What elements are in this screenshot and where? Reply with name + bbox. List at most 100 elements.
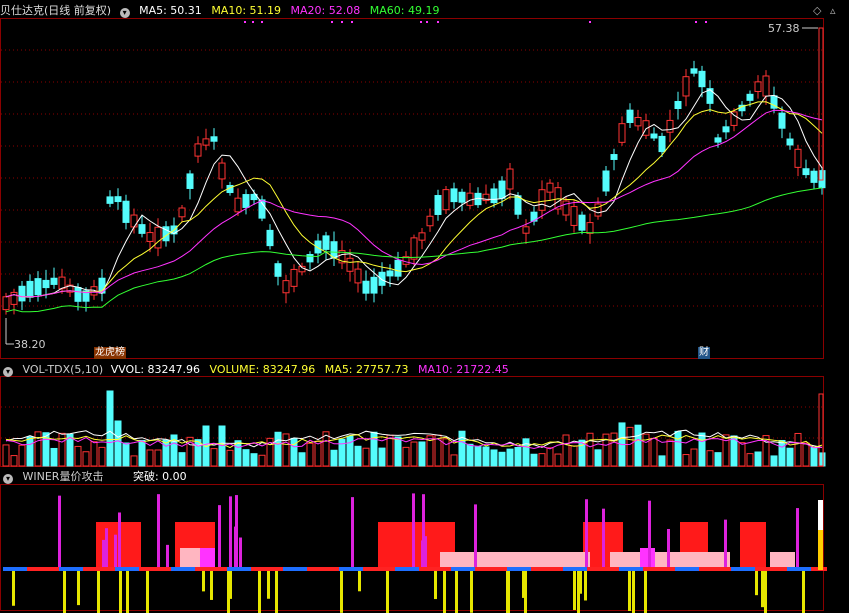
signal-dot xyxy=(437,21,439,23)
volume-bar xyxy=(330,449,338,467)
volume-bar xyxy=(546,447,554,467)
volume-bar xyxy=(586,432,594,467)
ma60-label: MA60: 49.19 xyxy=(369,4,440,17)
candle-body xyxy=(690,68,698,74)
volume-bar xyxy=(474,446,482,467)
candle-body xyxy=(346,257,354,272)
winer-magenta-spike xyxy=(118,512,121,567)
winer-yellow-spike xyxy=(470,571,473,613)
winer-menu-icon[interactable]: ▾ xyxy=(3,474,13,484)
winer-base-segment xyxy=(587,567,595,571)
winer-base-segment xyxy=(739,567,747,571)
winer-base-segment xyxy=(11,567,19,571)
winer-base-segment xyxy=(723,567,731,571)
winer-yellow-spike xyxy=(63,571,66,613)
candle-body xyxy=(426,215,434,227)
volume-bar xyxy=(514,447,522,467)
winer-base-segment xyxy=(571,567,579,571)
winer-base-segment xyxy=(299,567,307,571)
candle-body xyxy=(218,162,226,180)
winer-yellow-spike xyxy=(434,571,437,600)
winer-magenta-spike xyxy=(412,493,415,567)
winer-base-segment xyxy=(787,567,795,571)
candle-body xyxy=(794,148,802,168)
volume-bar xyxy=(458,430,466,467)
winer-yellow-spike xyxy=(119,571,122,613)
candle-body xyxy=(50,277,58,285)
winer-base-segment xyxy=(195,567,203,571)
candle-body xyxy=(154,226,162,249)
winer-base-segment xyxy=(411,567,419,571)
volume-bar xyxy=(522,438,530,467)
high-price-label: 57.38 xyxy=(768,22,800,35)
candle-body xyxy=(570,206,578,226)
stock-title: 贝仕达克(日线 前复权) xyxy=(0,4,112,17)
candle-body xyxy=(650,133,658,139)
volume-bar xyxy=(650,437,658,467)
winer-base-segment xyxy=(675,567,683,571)
volume-bar xyxy=(570,445,578,467)
settings-menu-icon[interactable]: ▾ xyxy=(119,8,130,18)
volume-bar xyxy=(130,455,138,467)
winer-base-segment xyxy=(171,567,179,571)
volume-bar xyxy=(506,448,514,467)
volume-bar xyxy=(626,426,634,467)
volume-bar xyxy=(482,446,490,467)
event-marker-finance[interactable]: 财 xyxy=(698,347,710,359)
winer-base-segment xyxy=(155,567,163,571)
winer-white-spike xyxy=(818,500,823,530)
winer-base-segment xyxy=(275,567,283,571)
winer-magenta-spike xyxy=(602,508,605,567)
winer-yellow-spike xyxy=(97,571,100,613)
candle-body xyxy=(538,189,546,211)
winer-base-segment xyxy=(811,567,819,571)
winer-magenta-spike xyxy=(796,508,799,567)
candle-body xyxy=(234,197,242,213)
volume-bar xyxy=(674,430,682,467)
candle-body xyxy=(274,263,282,277)
candle-body xyxy=(618,123,626,143)
winer-magenta-spike xyxy=(351,497,354,567)
volume-bar xyxy=(194,439,202,467)
volume-bar xyxy=(498,451,506,467)
volume-bar xyxy=(778,439,786,467)
vol-menu-icon[interactable]: ▾ xyxy=(3,367,13,377)
candle-body xyxy=(802,168,810,176)
candle-body xyxy=(242,194,250,208)
volume-bar xyxy=(554,453,562,467)
candle-body xyxy=(722,126,730,133)
winer-base-segment xyxy=(731,567,739,571)
scroll-up-icon[interactable]: ▵ xyxy=(830,4,836,17)
winer-base-segment xyxy=(107,567,115,571)
winer-base-segment xyxy=(531,567,539,571)
candle-body xyxy=(362,280,370,294)
candle-body xyxy=(74,286,82,302)
event-marker-longhubang[interactable]: 龙虎榜 xyxy=(94,347,126,359)
winer-base-segment xyxy=(147,567,155,571)
volume-bar xyxy=(2,444,10,467)
ma5-label: MA5: 50.31 xyxy=(139,4,202,17)
volume-bar xyxy=(490,449,498,467)
signal-dot xyxy=(331,21,333,23)
chart-canvas[interactable]: 57.38 38.20 xyxy=(0,0,849,613)
ma10-label: MA10: 51.19 xyxy=(211,4,282,17)
candle-body xyxy=(322,235,330,250)
volume-bar xyxy=(538,453,546,467)
ma10-line xyxy=(5,101,823,298)
winer-orange-spike xyxy=(818,530,823,570)
volume-bar xyxy=(178,452,186,467)
winer-base-segment xyxy=(435,567,443,571)
signal-dot xyxy=(351,21,353,23)
volume-bar xyxy=(10,455,18,467)
signal-dot xyxy=(426,21,428,23)
winer-base-segment xyxy=(795,567,803,571)
volume-bar xyxy=(530,453,538,467)
winer-base-segment xyxy=(683,567,691,571)
expand-diamond-icon[interactable]: ◇ xyxy=(813,4,821,17)
candle-body xyxy=(418,232,426,241)
winer-base-segment xyxy=(27,567,35,571)
volume-bar xyxy=(354,445,362,467)
winer-base-segment xyxy=(283,567,291,571)
winer-yellow-spike xyxy=(267,571,270,599)
winer-base-segment xyxy=(771,567,779,571)
